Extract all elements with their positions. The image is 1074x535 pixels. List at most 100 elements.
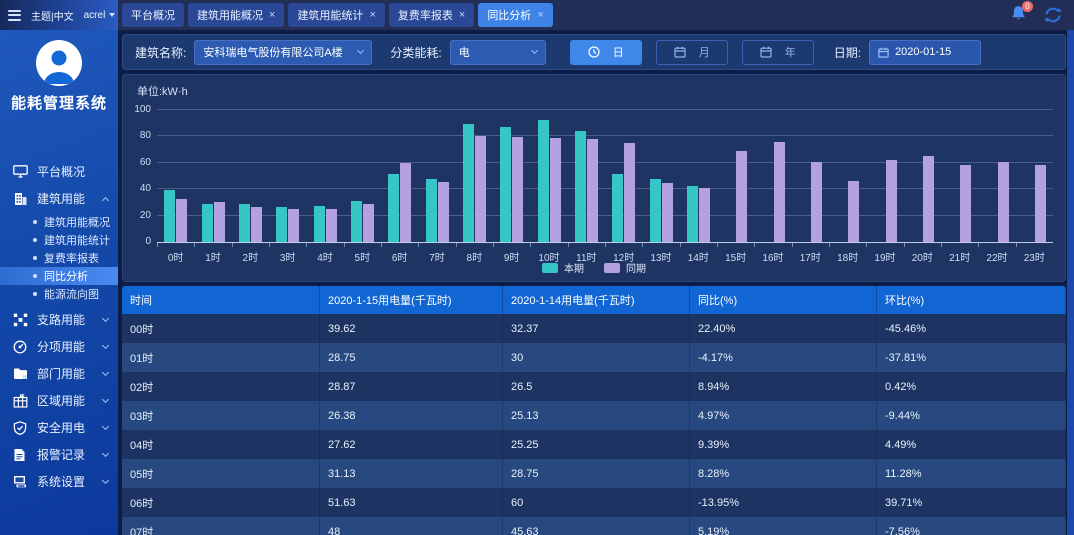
bar-本期-0时[interactable] (164, 190, 175, 242)
bar-同期-19时[interactable] (886, 160, 897, 242)
bar-本期-5时[interactable] (351, 201, 362, 242)
table-row-04时[interactable]: 04时27.6225.259.39%4.49% (122, 430, 1066, 459)
building-name-label: 建筑名称: (135, 44, 186, 61)
sidebar-item-department-energy[interactable]: 部门用能 (0, 360, 118, 387)
bar-同期-3时[interactable] (288, 209, 299, 242)
date-input[interactable]: 2020-01-15 (869, 40, 981, 65)
sidebar-item-region-energy[interactable]: 区域用能 (0, 387, 118, 414)
tab-close-icon[interactable]: × (459, 10, 465, 21)
bar-同期-18时[interactable] (848, 181, 859, 242)
bar-同期-20时[interactable] (923, 156, 934, 242)
sidebar-item-alarm-records[interactable]: 报警记录 (0, 441, 118, 468)
bar-同期-1时[interactable] (214, 202, 225, 242)
chevron-down-icon (102, 314, 109, 321)
tab-close-icon[interactable]: × (269, 10, 275, 21)
bar-本期-13时[interactable] (650, 179, 661, 242)
bar-同期-22时[interactable] (998, 162, 1009, 242)
refresh-icon[interactable] (1044, 7, 1062, 23)
bar-同期-7时[interactable] (438, 182, 449, 242)
energy-type-select[interactable]: 电 (450, 40, 546, 65)
x-axis-tick (754, 243, 755, 247)
building-icon (13, 192, 28, 206)
bar-本期-2时[interactable] (239, 204, 250, 242)
hamburger-menu-icon[interactable] (8, 10, 21, 21)
table-row-05时[interactable]: 05时31.1328.758.28%11.28% (122, 459, 1066, 488)
building-select[interactable]: 安科瑞电气股份有限公司A楼 (194, 40, 372, 65)
bar-本期-12时[interactable] (612, 174, 623, 242)
sidebar-item-system-settings[interactable]: 系统设置 (0, 468, 118, 495)
sidebar-item-label: 安全用电 (37, 419, 85, 436)
x-axis-tick (418, 243, 419, 247)
notification-bell-button[interactable]: 0 (1011, 5, 1026, 26)
table-row-01时[interactable]: 01时28.7530-4.17%-37.81% (122, 343, 1066, 372)
legend-item-previous[interactable]: 同期 (604, 260, 646, 275)
table-row-07时[interactable]: 07时4845.635.19%-7.56% (122, 517, 1066, 535)
bar-同期-17时[interactable] (811, 162, 822, 242)
user-dropdown[interactable]: acrel (84, 10, 116, 21)
sidebar-subitem-energy-flow[interactable]: 能源流向图 (0, 285, 118, 303)
sidebar-item-branch-energy[interactable]: 支路用能 (0, 306, 118, 333)
sidebar-item-subentry-energy[interactable]: 分项用能 (0, 333, 118, 360)
sidebar-subitem-yoy-analysis[interactable]: 同比分析 (0, 267, 118, 285)
table-cell: 06时 (122, 488, 320, 517)
chart-legend: 本期 同期 (123, 260, 1065, 275)
table-row-06时[interactable]: 06时51.6360-13.95%39.71% (122, 488, 1066, 517)
sidebar-item-platform-overview[interactable]: 平台概况 (0, 158, 118, 185)
sidebar-item-building-energy[interactable]: 建筑用能 (0, 185, 118, 212)
bar-同期-14时[interactable] (699, 188, 710, 242)
bar-同期-15时[interactable] (736, 151, 747, 242)
bar-同期-23时[interactable] (1035, 165, 1046, 242)
bullet-icon (33, 274, 37, 278)
bar-本期-11时[interactable] (575, 131, 586, 242)
bar-同期-4时[interactable] (326, 209, 337, 242)
sidebar-item-label: 系统设置 (37, 473, 85, 490)
bar-同期-12时[interactable] (624, 143, 635, 242)
tab-建筑用能概况[interactable]: 建筑用能概况× (188, 3, 284, 27)
avatar[interactable] (36, 40, 82, 86)
x-axis-tick (568, 243, 569, 247)
bar-本期-9时[interactable] (500, 127, 511, 243)
bar-本期-10时[interactable] (538, 120, 549, 242)
range-day-button[interactable]: 日 (570, 40, 642, 65)
tab-复费率报表[interactable]: 复费率报表× (389, 3, 474, 27)
legend-item-current[interactable]: 本期 (542, 260, 584, 275)
bar-同期-8时[interactable] (475, 136, 486, 242)
bar-本期-1时[interactable] (202, 204, 213, 242)
sidebar-subitem-building-statistics[interactable]: 建筑用能统计 (0, 231, 118, 249)
bar-本期-3时[interactable] (276, 207, 287, 242)
bar-同期-16时[interactable] (774, 142, 785, 242)
sidebar-item-safe-electricity[interactable]: 安全用电 (0, 414, 118, 441)
bar-同期-0时[interactable] (176, 199, 187, 242)
bar-本期-7时[interactable] (426, 179, 437, 242)
tab-平台概况[interactable]: 平台概况 (122, 3, 184, 27)
bar-同期-10时[interactable] (550, 138, 561, 242)
range-month-button[interactable]: 月 (656, 40, 728, 65)
sidebar-subitem-building-overview[interactable]: 建筑用能概况 (0, 213, 118, 231)
tab-同比分析[interactable]: 同比分析× (478, 3, 552, 27)
x-axis-tick (232, 243, 233, 247)
bar-本期-8时[interactable] (463, 124, 474, 242)
table-row-02时[interactable]: 02时28.8726.58.94%0.42% (122, 372, 1066, 401)
tab-close-icon[interactable]: × (369, 10, 375, 21)
chart-unit-label: 单位:kW·h (137, 83, 188, 99)
tab-建筑用能统计[interactable]: 建筑用能统计× (288, 3, 384, 27)
bar-同期-2时[interactable] (251, 207, 262, 242)
data-table: 时间2020-1-15用电量(千瓦时)2020-1-14用电量(千瓦时)同比(%… (122, 286, 1066, 535)
bar-同期-11时[interactable] (587, 139, 598, 242)
vertical-scrollbar[interactable] (1067, 30, 1074, 535)
bar-同期-6时[interactable] (400, 163, 411, 242)
theme-language-label[interactable]: 主题|中文 (31, 8, 74, 23)
bar-本期-6时[interactable] (388, 174, 399, 242)
bar-同期-5时[interactable] (363, 204, 374, 242)
table-row-03时[interactable]: 03时26.3825.134.97%-9.44% (122, 401, 1066, 430)
bar-同期-21时[interactable] (960, 165, 971, 242)
bar-本期-14时[interactable] (687, 186, 698, 242)
y-axis-tick-label: 80 (125, 130, 151, 141)
range-year-button[interactable]: 年 (742, 40, 814, 65)
tab-close-icon[interactable]: × (537, 10, 543, 21)
bar-同期-13时[interactable] (662, 183, 673, 242)
bar-本期-4时[interactable] (314, 206, 325, 242)
sidebar-subitem-tariff-report[interactable]: 复费率报表 (0, 249, 118, 267)
bar-同期-9时[interactable] (512, 137, 523, 242)
table-row-00时[interactable]: 00时39.6232.3722.40%-45.46% (122, 314, 1066, 343)
